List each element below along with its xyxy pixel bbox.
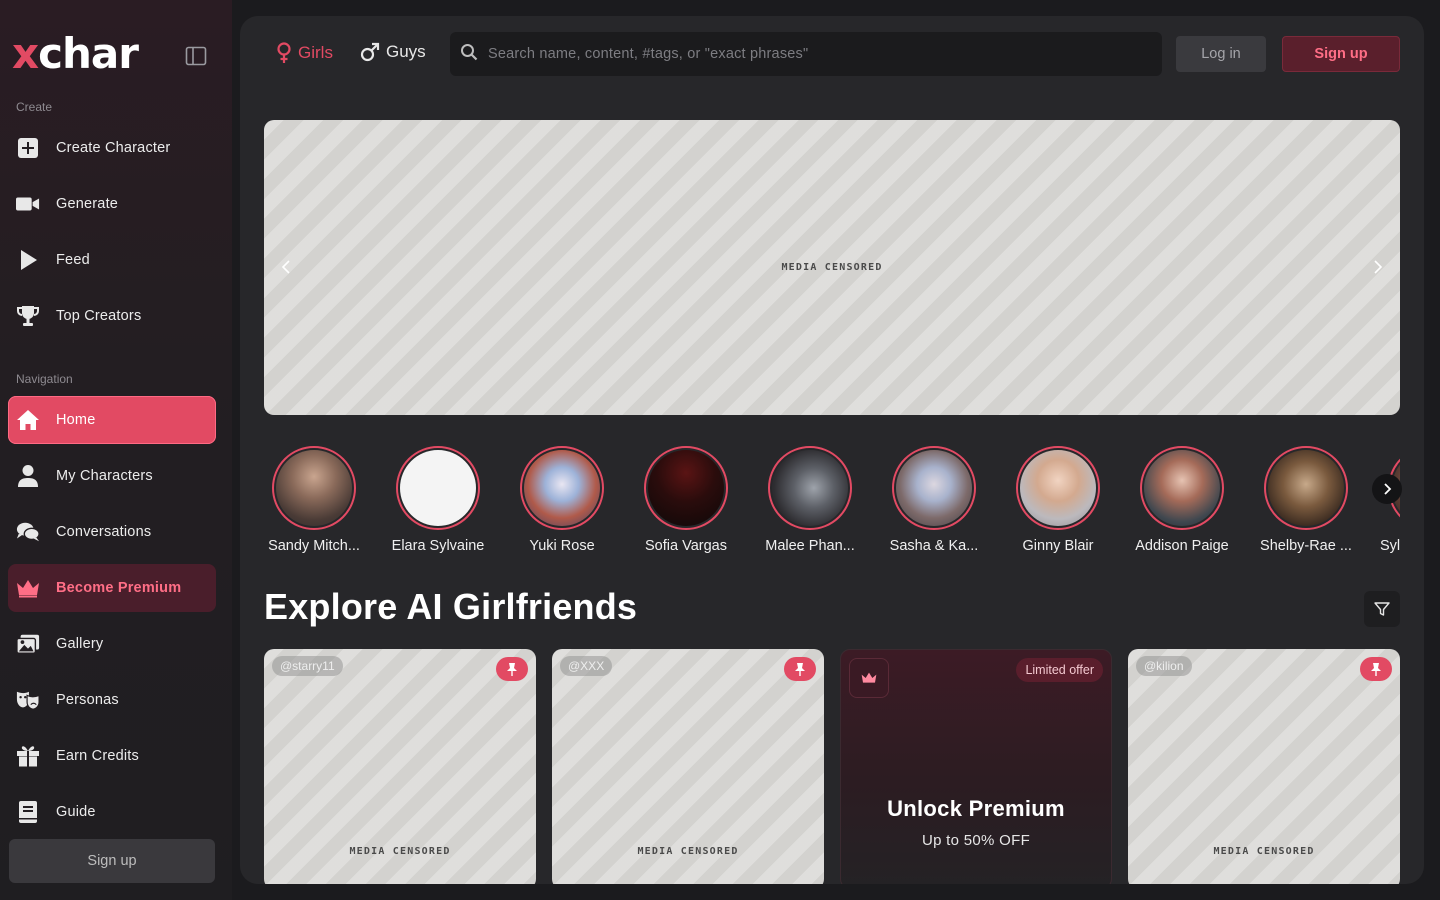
avatar: [644, 446, 728, 530]
limited-offer-badge: Limited offer: [1016, 658, 1103, 682]
sidebar-item-label: My Characters: [56, 468, 153, 484]
sidebar-item-label: Home: [56, 412, 96, 428]
sidebar-item-label: Feed: [56, 252, 90, 268]
sidebar: xchar Create Create Character Generate F…: [0, 0, 232, 900]
chat-icon: [16, 520, 40, 544]
character-stories: Sandy Mitch... Elara Sylvaine Yuki Rose …: [264, 446, 1400, 566]
gift-icon: [16, 744, 40, 768]
avatar: [272, 446, 356, 530]
tab-guys[interactable]: Guys: [360, 42, 426, 62]
female-symbol-icon: [276, 42, 292, 64]
sidebar-item-label: Top Creators: [56, 308, 142, 324]
story-item[interactable]: Shelby-Rae ...: [1256, 446, 1356, 554]
app-root: xchar Create Create Character Generate F…: [0, 0, 1440, 900]
sidebar-item-label: Gallery: [56, 636, 104, 652]
avatar: [396, 446, 480, 530]
sidebar-item-label: Become Premium: [56, 580, 182, 596]
story-item[interactable]: Ginny Blair: [1008, 446, 1108, 554]
promo-title: Unlock Premium: [887, 796, 1065, 821]
story-item[interactable]: Sandy Mitch...: [264, 446, 364, 554]
crown-icon: [16, 576, 40, 600]
creator-handle[interactable]: @kilion: [1136, 656, 1192, 676]
sidebar-item-label: Personas: [56, 692, 119, 708]
character-card[interactable]: @starry11 MEDIA CENSORED: [264, 649, 536, 884]
creator-handle[interactable]: @starry11: [272, 656, 343, 676]
story-item[interactable]: Elara Sylvaine: [388, 446, 488, 554]
censored-label: MEDIA CENSORED: [781, 262, 883, 273]
sidebar-item-top-creators[interactable]: Top Creators: [8, 292, 216, 340]
character-card[interactable]: @kilion MEDIA CENSORED: [1128, 649, 1400, 884]
sidebar-item-become-premium[interactable]: Become Premium: [8, 564, 216, 612]
avatar: [1140, 446, 1224, 530]
story-item[interactable]: Sofia Vargas: [636, 446, 736, 554]
sidebar-item-guide[interactable]: Guide: [8, 788, 216, 836]
hero-banner[interactable]: MEDIA CENSORED: [264, 120, 1400, 415]
story-item[interactable]: Sasha & Ka...: [884, 446, 984, 554]
book-icon: [16, 800, 40, 824]
chevron-right-icon[interactable]: [1370, 259, 1386, 275]
pin-icon[interactable]: [784, 657, 816, 681]
creator-handle[interactable]: @XXX: [560, 656, 613, 676]
logo[interactable]: xchar: [12, 30, 139, 78]
sidebar-item-personas[interactable]: Personas: [8, 676, 216, 724]
create-section-label: Create: [16, 100, 53, 114]
story-item[interactable]: Addison Paige: [1132, 446, 1232, 554]
login-button[interactable]: Log in: [1176, 36, 1266, 72]
signup-button[interactable]: Sign up: [1282, 36, 1400, 72]
avatar: [1264, 446, 1348, 530]
chevron-left-icon[interactable]: [278, 259, 294, 275]
censored-label: MEDIA CENSORED: [637, 846, 739, 857]
avatar: [768, 446, 852, 530]
character-card[interactable]: @XXX MEDIA CENSORED: [552, 649, 824, 884]
crown-icon: [849, 658, 889, 698]
sidebar-item-label: Conversations: [56, 524, 152, 540]
sidebar-item-create-character[interactable]: Create Character: [8, 124, 216, 172]
main-panel: Girls Guys Log in Sign up MEDIA CENSORED…: [240, 16, 1424, 884]
sidebar-item-label: Generate: [56, 196, 119, 212]
pin-icon[interactable]: [496, 657, 528, 681]
images-icon: [16, 632, 40, 656]
home-icon: [16, 408, 40, 432]
sidebar-item-home[interactable]: Home: [8, 396, 216, 444]
search-input[interactable]: [488, 46, 1138, 62]
premium-promo-card[interactable]: Limited offer Unlock Premium Up to 50% O…: [840, 649, 1112, 884]
chevron-right-icon[interactable]: [1372, 474, 1402, 504]
sidebar-item-gallery[interactable]: Gallery: [8, 620, 216, 668]
pin-icon[interactable]: [1360, 657, 1392, 681]
story-item[interactable]: Yuki Rose: [512, 446, 612, 554]
sidebar-signup-button[interactable]: Sign up: [9, 839, 215, 883]
search-icon: [460, 43, 478, 66]
sidebar-item-conversations[interactable]: Conversations: [8, 508, 216, 556]
sidebar-toggle-icon[interactable]: [184, 44, 208, 68]
sidebar-item-label: Earn Credits: [56, 748, 139, 764]
video-camera-icon: [16, 192, 40, 216]
censored-label: MEDIA CENSORED: [1213, 846, 1315, 857]
promo-subtitle: Up to 50% OFF: [921, 832, 1031, 849]
filter-icon[interactable]: [1364, 591, 1400, 627]
sidebar-item-label: Create Character: [56, 140, 171, 156]
avatar: [892, 446, 976, 530]
sidebar-item-generate[interactable]: Generate: [8, 180, 216, 228]
censored-label: MEDIA CENSORED: [349, 846, 451, 857]
plus-square-icon: [16, 136, 40, 160]
avatar: [520, 446, 604, 530]
user-icon: [16, 464, 40, 488]
search-bar: [450, 32, 1162, 76]
sidebar-item-earn-credits[interactable]: Earn Credits: [8, 732, 216, 780]
trophy-icon: [16, 304, 40, 328]
tab-girls[interactable]: Girls: [276, 42, 333, 64]
masks-icon: [16, 688, 40, 712]
story-item[interactable]: Malee Phan...: [760, 446, 860, 554]
sidebar-item-feed[interactable]: Feed: [8, 236, 216, 284]
play-icon: [16, 248, 40, 272]
page-title: Explore AI Girlfriends: [264, 586, 638, 627]
avatar: [1016, 446, 1100, 530]
navigation-section-label: Navigation: [16, 372, 73, 386]
male-symbol-icon: [360, 42, 380, 62]
sidebar-item-label: Guide: [56, 804, 96, 820]
sidebar-item-my-characters[interactable]: My Characters: [8, 452, 216, 500]
